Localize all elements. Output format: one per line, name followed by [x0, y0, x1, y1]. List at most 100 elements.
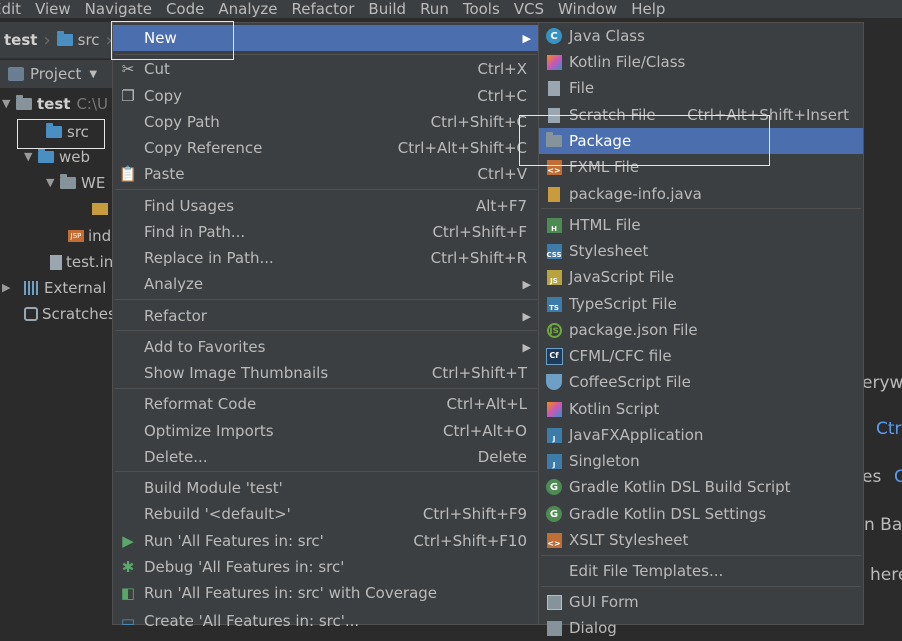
menu-item-copy-reference[interactable]: Copy Reference Ctrl+Alt+Shift+C [113, 135, 539, 161]
menu-item-replace-in-path[interactable]: Replace in Path... Ctrl+Shift+R [113, 245, 539, 271]
menu-item-label: JavaScript File [569, 268, 675, 286]
menu-separator [115, 330, 537, 331]
tree-item-web-xml[interactable] [92, 196, 112, 222]
menu-item-label: Rebuild '<default>' [144, 505, 291, 523]
menu-item-debug[interactable]: ✱ Debug 'All Features in: src' [113, 554, 539, 580]
menu-item-build-module[interactable]: Build Module 'test' [113, 475, 539, 501]
tree-item-index[interactable]: JSP ind [68, 223, 111, 249]
submenu-item-xslt-stylesheet[interactable]: <> XSLT Stylesheet [539, 527, 863, 553]
submenu-item-java-class[interactable]: C Java Class [539, 23, 863, 49]
menu-item-find-in-path[interactable]: Find in Path... Ctrl+Shift+F [113, 219, 539, 245]
menu-item-label: Optimize Imports [144, 422, 274, 440]
menu-window[interactable]: Window [550, 0, 623, 18]
project-panel-title: Project [30, 65, 82, 83]
editor-area: eryw Ctr es C n Ba here [862, 60, 902, 625]
submenu-item-cfml-file[interactable]: Cf CFML/CFC file [539, 343, 863, 369]
menu-help[interactable]: Help [623, 0, 671, 18]
menu-tools[interactable]: Tools [455, 0, 506, 18]
menu-item-label: Show Image Thumbnails [144, 364, 329, 382]
menu-item-run-with-coverage[interactable]: ◧ Run 'All Features in: src' with Covera… [113, 580, 539, 606]
breadcrumb-src[interactable]: src [78, 31, 100, 49]
menu-item-label: Debug 'All Features in: src' [144, 558, 345, 576]
menu-item-delete[interactable]: Delete... Delete [113, 444, 539, 470]
tree-item-scratches[interactable]: Scratches [24, 301, 116, 327]
submenu-item-javascript-file[interactable]: JS JavaScript File [539, 264, 863, 290]
menu-item-copy[interactable]: ❐ Copy Ctrl+C [113, 83, 539, 109]
menu-item-optimize-imports[interactable]: Optimize Imports Ctrl+Alt+O [113, 418, 539, 444]
project-panel-header[interactable]: Project ▼ [0, 60, 112, 88]
folder-icon [56, 31, 73, 46]
submenu-item-kotlin-file[interactable]: Kotlin File/Class [539, 49, 863, 75]
menu-edit[interactable]: Edit [0, 0, 27, 18]
menu-item-reformat-code[interactable]: Reformat Code Ctrl+Alt+L [113, 391, 539, 417]
expand-arrow-icon[interactable]: ▼ [2, 91, 16, 117]
submenu-item-stylesheet[interactable]: CSS Stylesheet [539, 238, 863, 264]
cfml-icon: Cf [545, 347, 563, 365]
folder-icon [16, 95, 32, 110]
menu-item-label: CoffeeScript File [569, 373, 691, 391]
menu-item-add-to-favorites[interactable]: Add to Favorites ▶ [113, 334, 539, 360]
menu-item-label: Stylesheet [569, 242, 649, 260]
menu-run[interactable]: Run [412, 0, 455, 18]
menu-item-analyze[interactable]: Analyze ▶ [113, 271, 539, 297]
menu-build[interactable]: Build [360, 0, 412, 18]
menu-item-label: File [569, 79, 595, 97]
submenu-item-file[interactable]: File [539, 75, 863, 101]
xslt-icon: <> [545, 531, 563, 549]
tree-item-test[interactable]: ▼ test C:\U [2, 91, 108, 117]
submenu-item-dialog[interactable]: Dialog [539, 615, 863, 641]
submenu-item-gui-form[interactable]: GUI Form [539, 589, 863, 615]
submenu-item-gradle-build-script[interactable]: G Gradle Kotlin DSL Build Script [539, 474, 863, 500]
menu-separator [541, 555, 861, 556]
expand-arrow-icon[interactable]: ▶ [2, 275, 16, 301]
menu-item-create-configuration[interactable]: ▭ Create 'All Features in: src'... [113, 608, 539, 634]
menu-item-rebuild[interactable]: Rebuild '<default>' Ctrl+Shift+F9 [113, 501, 539, 527]
menu-item-shortcut: Ctrl+Alt+O [443, 422, 527, 440]
chevron-down-icon[interactable]: ▼ [89, 69, 97, 80]
package-info-icon [545, 185, 563, 203]
menu-item-find-usages[interactable]: Find Usages Alt+F7 [113, 193, 539, 219]
paste-icon: 📋 [118, 165, 138, 183]
menu-item-label: Kotlin File/Class [569, 53, 686, 71]
tree-item-test-iml[interactable]: test.in [50, 249, 113, 275]
submenu-item-coffeescript-file[interactable]: CoffeeScript File [539, 369, 863, 395]
menu-item-paste[interactable]: 📋 Paste Ctrl+V [113, 161, 539, 187]
tree-item-web-inf[interactable]: ▼ WE [46, 170, 105, 196]
menu-item-run[interactable]: ▶ Run 'All Features in: src' Ctrl+Shift+… [113, 528, 539, 554]
submenu-item-gradle-settings[interactable]: G Gradle Kotlin DSL Settings [539, 501, 863, 527]
submenu-item-singleton[interactable]: J Singleton [539, 448, 863, 474]
menu-item-label: Cut [144, 60, 170, 78]
jsp-file-icon: JSP [68, 230, 84, 242]
menu-refactor[interactable]: Refactor [283, 0, 360, 18]
breadcrumb-test[interactable]: test [4, 31, 37, 49]
menu-item-show-image-thumbnails[interactable]: Show Image Thumbnails Ctrl+Shift+T [113, 360, 539, 386]
java-class-icon: C [545, 27, 563, 45]
submenu-item-package-json[interactable]: js package.json File [539, 317, 863, 343]
submenu-arrow-icon: ▶ [522, 340, 531, 354]
menu-item-shortcut: Alt+F7 [475, 197, 527, 215]
expand-arrow-icon[interactable]: ▼ [46, 170, 60, 196]
menu-item-copy-path[interactable]: Copy Path Ctrl+Shift+C [113, 109, 539, 135]
scissors-icon: ✂ [121, 60, 135, 78]
menu-item-refactor[interactable]: Refactor ▶ [113, 303, 539, 329]
kotlin-icon [545, 53, 563, 71]
submenu-item-html-file[interactable]: H HTML File [539, 212, 863, 238]
menu-vcs[interactable]: VCS [506, 0, 550, 18]
menu-item-shortcut: Ctrl+Shift+F [432, 223, 527, 241]
submenu-item-typescript-file[interactable]: TS TypeScript File [539, 291, 863, 317]
submenu-item-package-info[interactable]: package-info.java [539, 181, 863, 207]
menu-view[interactable]: View [27, 0, 77, 18]
menu-analyze[interactable]: Analyze [210, 0, 283, 18]
menu-code[interactable]: Code [158, 0, 210, 18]
menu-item-shortcut: Ctrl+Shift+F10 [413, 532, 527, 550]
new-submenu: C Java Class Kotlin File/Class File Scra… [538, 22, 864, 637]
submenu-item-javafx-application[interactable]: J JavaFXApplication [539, 422, 863, 448]
tree-label: WE [81, 174, 106, 192]
submenu-item-kotlin-script[interactable]: Kotlin Script [539, 396, 863, 422]
submenu-item-edit-file-templates[interactable]: Edit File Templates... [539, 558, 863, 584]
tree-item-external-libraries[interactable]: ▶ External L [2, 275, 119, 301]
html-icon: H [545, 216, 563, 234]
menu-item-label: TypeScript File [569, 295, 677, 313]
menu-navigate[interactable]: Navigate [77, 0, 158, 18]
menu-bar: Edit View Navigate Code Analyze Refactor… [0, 0, 902, 18]
